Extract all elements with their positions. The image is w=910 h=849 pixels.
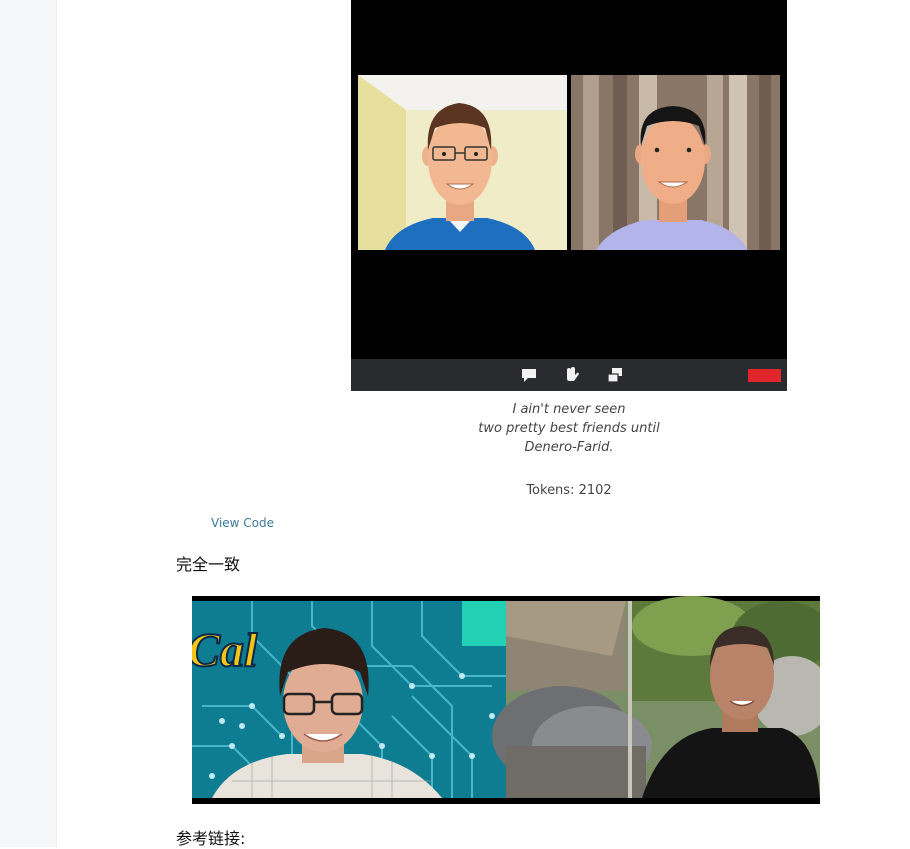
raise-hand-icon[interactable]: [562, 366, 580, 384]
call-toolbar: [351, 359, 787, 391]
right-participant-tile: [571, 75, 780, 250]
caption-line-1: I ain't never seen: [512, 402, 626, 417]
rendered-video-call-image: [351, 0, 787, 391]
left-video-tile: Cal: [192, 601, 506, 798]
view-code-link[interactable]: View Code: [211, 516, 274, 530]
reference-video-call-photo: Cal: [192, 596, 820, 804]
chat-bubble-icon[interactable]: [520, 366, 538, 384]
section-heading-references: 参考链接:: [176, 829, 246, 848]
end-call-button[interactable]: [748, 369, 781, 382]
token-count: Tokens: 2102: [526, 483, 612, 498]
caption-line-2: two pretty best friends until: [478, 421, 660, 436]
caption-line-3: Denero-Farid.: [524, 440, 614, 455]
left-participant-tile: [358, 75, 567, 250]
cal-logo-text: Cal: [192, 624, 258, 677]
screen-share-icon[interactable]: [606, 366, 624, 384]
left-sidebar: [0, 0, 57, 847]
section-heading-match: 完全一致: [176, 555, 241, 574]
image-caption: I ain't never seen two pretty best frien…: [351, 400, 787, 457]
right-video-tile: [492, 596, 820, 798]
